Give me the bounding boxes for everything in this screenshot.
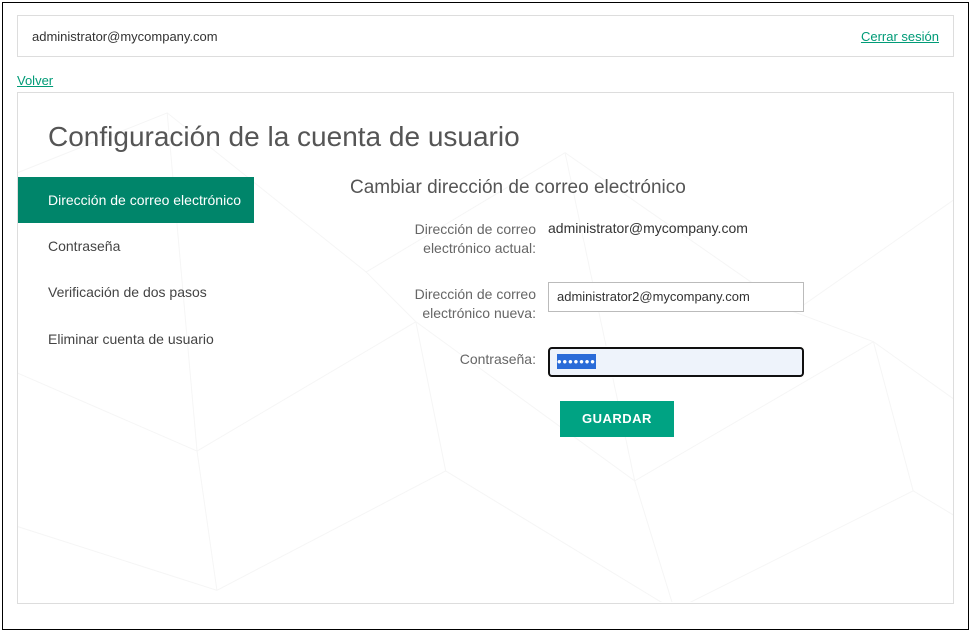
- save-button[interactable]: GUARDAR: [560, 401, 674, 437]
- row-current-email: Dirección de correo electrónico actual: …: [350, 217, 933, 258]
- sidebar-item-label: Eliminar cuenta de usuario: [48, 331, 214, 347]
- label-new-email: Dirección de correo electrónico nueva:: [350, 282, 548, 323]
- back-link[interactable]: Volver: [17, 73, 53, 88]
- sidebar-item-label: Dirección de correo electrónico: [48, 192, 241, 208]
- row-new-email: Dirección de correo electrónico nueva:: [350, 282, 933, 323]
- main-panel: Cambiar dirección de correo electrónico …: [254, 177, 953, 437]
- label-current-email: Dirección de correo electrónico actual:: [350, 217, 548, 258]
- sidebar-item-label: Verificación de dos pasos: [48, 284, 207, 300]
- row-password: Contraseña:: [350, 347, 933, 377]
- sidebar-item-delete-account[interactable]: Eliminar cuenta de usuario: [18, 316, 254, 362]
- password-input[interactable]: [548, 347, 804, 377]
- content-box: Configuración de la cuenta de usuario Di…: [17, 92, 954, 604]
- new-email-input[interactable]: [548, 282, 804, 312]
- section-title: Cambiar dirección de correo electrónico: [350, 177, 933, 199]
- sidebar-item-email[interactable]: Dirección de correo electrónico: [18, 177, 254, 223]
- current-user-email: administrator@mycompany.com: [32, 29, 218, 44]
- header-bar: administrator@mycompany.com Cerrar sesió…: [17, 15, 954, 57]
- label-password: Contraseña:: [350, 347, 548, 369]
- logout-link[interactable]: Cerrar sesión: [861, 29, 939, 44]
- sidebar-item-label: Contraseña: [48, 238, 120, 254]
- sidebar: Dirección de correo electrónico Contrase…: [18, 177, 254, 437]
- sidebar-item-2fa[interactable]: Verificación de dos pasos: [18, 269, 254, 315]
- page-title: Configuración de la cuenta de usuario: [18, 93, 953, 177]
- value-current-email: administrator@mycompany.com: [548, 217, 933, 236]
- sidebar-item-password[interactable]: Contraseña: [18, 223, 254, 269]
